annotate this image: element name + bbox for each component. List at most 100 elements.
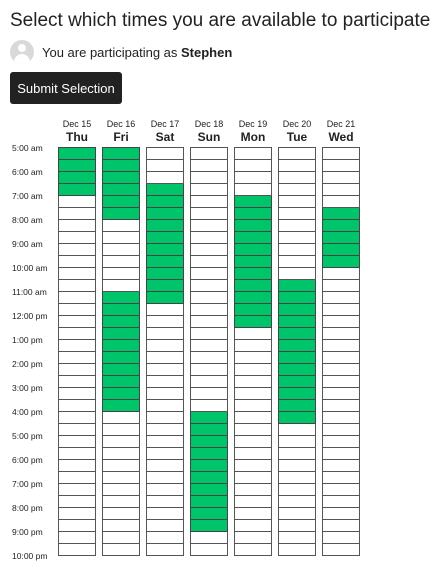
time-slot[interactable] xyxy=(58,508,96,520)
time-slot[interactable] xyxy=(102,147,140,160)
time-slot[interactable] xyxy=(102,532,140,544)
time-slot[interactable] xyxy=(234,436,272,448)
time-slot[interactable] xyxy=(278,400,316,412)
time-slot[interactable] xyxy=(278,484,316,496)
time-slot[interactable] xyxy=(102,448,140,460)
time-slot[interactable] xyxy=(102,388,140,400)
time-slot[interactable] xyxy=(102,256,140,268)
time-slot[interactable] xyxy=(190,208,228,220)
time-slot[interactable] xyxy=(278,460,316,472)
time-slot[interactable] xyxy=(146,208,184,220)
time-slot[interactable] xyxy=(322,508,360,520)
time-slot[interactable] xyxy=(58,544,96,556)
time-slot[interactable] xyxy=(58,532,96,544)
time-slot[interactable] xyxy=(102,172,140,184)
time-slot[interactable] xyxy=(234,472,272,484)
time-slot[interactable] xyxy=(102,208,140,220)
time-slot[interactable] xyxy=(146,412,184,424)
time-slot[interactable] xyxy=(322,268,360,280)
time-slot[interactable] xyxy=(190,292,228,304)
time-slot[interactable] xyxy=(190,532,228,544)
time-slot[interactable] xyxy=(58,364,96,376)
time-slot[interactable] xyxy=(58,484,96,496)
time-slot[interactable] xyxy=(102,160,140,172)
time-slot[interactable] xyxy=(322,436,360,448)
time-slot[interactable] xyxy=(322,340,360,352)
time-slot[interactable] xyxy=(146,232,184,244)
time-slot[interactable] xyxy=(146,520,184,532)
time-slot[interactable] xyxy=(146,460,184,472)
time-slot[interactable] xyxy=(146,220,184,232)
time-slot[interactable] xyxy=(234,268,272,280)
time-slot[interactable] xyxy=(322,496,360,508)
time-slot[interactable] xyxy=(190,304,228,316)
time-slot[interactable] xyxy=(322,520,360,532)
time-slot[interactable] xyxy=(278,388,316,400)
time-slot[interactable] xyxy=(146,256,184,268)
time-slot[interactable] xyxy=(322,376,360,388)
time-slot[interactable] xyxy=(234,532,272,544)
time-slot[interactable] xyxy=(58,376,96,388)
time-slot[interactable] xyxy=(58,184,96,196)
time-slot[interactable] xyxy=(102,244,140,256)
time-slot[interactable] xyxy=(146,147,184,160)
time-slot[interactable] xyxy=(234,460,272,472)
time-slot[interactable] xyxy=(322,208,360,220)
time-slot[interactable] xyxy=(58,400,96,412)
time-slot[interactable] xyxy=(146,364,184,376)
time-slot[interactable] xyxy=(146,532,184,544)
time-slot[interactable] xyxy=(322,292,360,304)
time-slot[interactable] xyxy=(234,220,272,232)
time-slot[interactable] xyxy=(234,352,272,364)
time-slot[interactable] xyxy=(146,316,184,328)
time-slot[interactable] xyxy=(102,544,140,556)
time-slot[interactable] xyxy=(190,400,228,412)
time-slot[interactable] xyxy=(190,244,228,256)
time-slot[interactable] xyxy=(58,280,96,292)
time-slot[interactable] xyxy=(234,424,272,436)
time-slot[interactable] xyxy=(58,196,96,208)
time-slot[interactable] xyxy=(102,496,140,508)
time-slot[interactable] xyxy=(190,364,228,376)
time-slot[interactable] xyxy=(322,220,360,232)
time-slot[interactable] xyxy=(58,232,96,244)
time-slot[interactable] xyxy=(146,244,184,256)
time-slot[interactable] xyxy=(190,328,228,340)
time-slot[interactable] xyxy=(146,400,184,412)
time-slot[interactable] xyxy=(322,544,360,556)
time-slot[interactable] xyxy=(146,268,184,280)
time-slot[interactable] xyxy=(278,352,316,364)
time-slot[interactable] xyxy=(190,147,228,160)
time-slot[interactable] xyxy=(146,184,184,196)
time-slot[interactable] xyxy=(190,268,228,280)
time-slot[interactable] xyxy=(146,496,184,508)
time-slot[interactable] xyxy=(234,340,272,352)
time-slot[interactable] xyxy=(234,172,272,184)
time-slot[interactable] xyxy=(190,280,228,292)
time-slot[interactable] xyxy=(234,256,272,268)
time-slot[interactable] xyxy=(146,172,184,184)
time-slot[interactable] xyxy=(58,436,96,448)
time-slot[interactable] xyxy=(58,412,96,424)
time-slot[interactable] xyxy=(58,208,96,220)
time-slot[interactable] xyxy=(190,520,228,532)
time-slot[interactable] xyxy=(58,352,96,364)
time-slot[interactable] xyxy=(58,256,96,268)
time-slot[interactable] xyxy=(278,208,316,220)
time-slot[interactable] xyxy=(146,352,184,364)
time-slot[interactable] xyxy=(146,376,184,388)
time-slot[interactable] xyxy=(58,316,96,328)
time-slot[interactable] xyxy=(146,196,184,208)
time-slot[interactable] xyxy=(322,460,360,472)
time-slot[interactable] xyxy=(190,460,228,472)
time-slot[interactable] xyxy=(190,508,228,520)
time-slot[interactable] xyxy=(102,472,140,484)
time-slot[interactable] xyxy=(322,160,360,172)
time-slot[interactable] xyxy=(146,328,184,340)
time-slot[interactable] xyxy=(190,424,228,436)
submit-selection-button[interactable]: Submit Selection xyxy=(10,72,122,104)
time-slot[interactable] xyxy=(234,280,272,292)
time-slot[interactable] xyxy=(322,172,360,184)
time-slot[interactable] xyxy=(234,196,272,208)
time-slot[interactable] xyxy=(190,172,228,184)
